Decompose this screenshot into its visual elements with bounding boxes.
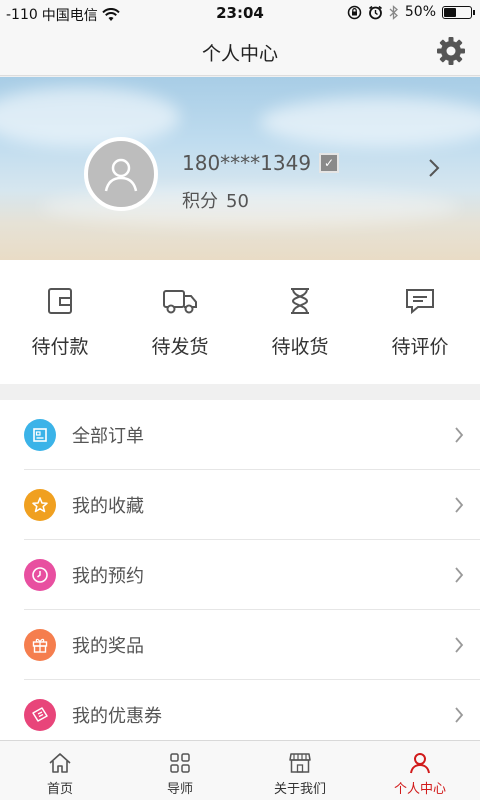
user-icon [410, 753, 430, 774]
avatar[interactable] [84, 137, 158, 211]
battery-fill [444, 7, 456, 17]
grid-icon [170, 753, 190, 773]
tab-profile[interactable]: 个人中心 [360, 741, 480, 800]
bluetooth-icon [389, 4, 398, 20]
coupon-icon [24, 699, 56, 731]
rotation-lock-icon [347, 5, 362, 19]
menu-item-label: 我的预约 [72, 566, 144, 587]
alarm-icon [368, 5, 382, 19]
chevron-right-icon[interactable] [428, 158, 440, 178]
hourglass-icon [291, 288, 309, 314]
order-status-label: 待评价 [391, 336, 449, 358]
battery-percent: 50% [404, 4, 436, 20]
store-icon [289, 753, 311, 773]
points-label: 积分 [182, 191, 218, 212]
gear-icon[interactable] [436, 36, 466, 66]
page-title: 个人中心 [201, 43, 278, 65]
menu-list: 全部订单 我的收藏 我的预约 我的奖品 我的优惠券 [0, 400, 480, 750]
battery-icon [442, 5, 475, 19]
page: -110 中国电信 23:04 50% 个人中心 180****1349 ✓ 积… [0, 0, 480, 800]
profile-banner[interactable]: 180****1349 ✓ 积分 50 [0, 77, 480, 260]
tab-label: 导师 [166, 782, 193, 797]
chevron-right-icon [455, 567, 464, 583]
menu-item-appointments[interactable]: 我的预约 [0, 540, 480, 610]
order-status-label: 待收货 [271, 336, 329, 358]
user-points: 积分 50 [182, 187, 249, 213]
order-status-pending-receipt[interactable]: 待收货 [240, 260, 360, 384]
user-placeholder-icon [104, 158, 138, 192]
menu-item-label: 我的奖品 [72, 636, 144, 657]
tab-label: 个人中心 [393, 782, 446, 797]
order-status-pending-payment[interactable]: 待付款 [0, 260, 120, 384]
tab-mentors[interactable]: 导师 [120, 741, 240, 800]
banner-cloud [260, 97, 480, 147]
wallet-icon [48, 288, 72, 314]
menu-item-favorites[interactable]: 我的收藏 [0, 470, 480, 540]
gift-icon [24, 629, 56, 661]
order-status-label: 待付款 [31, 336, 89, 358]
menu-item-label: 我的收藏 [72, 496, 144, 517]
tab-home[interactable]: 首页 [0, 741, 120, 800]
star-icon [24, 489, 56, 521]
order-status-label: 待发货 [151, 336, 209, 358]
comment-icon [406, 289, 434, 315]
tab-about-us[interactable]: 关于我们 [240, 741, 360, 800]
menu-item-prizes[interactable]: 我的奖品 [0, 610, 480, 680]
chevron-right-icon [455, 427, 464, 443]
banner-cloud [0, 87, 180, 147]
chevron-right-icon [455, 497, 464, 513]
points-value: 50 [226, 191, 249, 212]
order-status-pending-review[interactable]: 待评价 [360, 260, 480, 384]
clock-icon [24, 559, 56, 591]
status-right: 50% [347, 4, 475, 20]
home-icon [49, 753, 71, 773]
phone-number: 180****1349 [182, 151, 312, 175]
chevron-right-icon [455, 637, 464, 653]
menu-item-label: 我的优惠券 [72, 706, 162, 727]
tab-label: 关于我们 [273, 782, 326, 797]
menu-item-all-orders[interactable]: 全部订单 [0, 400, 480, 470]
order-list-icon [24, 419, 56, 451]
tab-label: 首页 [46, 782, 73, 797]
order-status-pending-shipment[interactable]: 待发货 [120, 260, 240, 384]
chevron-right-icon [455, 707, 464, 723]
verified-icon: ✓ [319, 153, 340, 173]
order-status-row: 待付款 待发货 待收货 待评价 [0, 260, 480, 384]
user-phone: 180****1349 ✓ [182, 151, 340, 175]
tab-bar: 首页 导师 关于我们 个人中心 [0, 740, 480, 800]
truck-icon [163, 290, 197, 314]
menu-item-label: 全部订单 [72, 426, 144, 447]
nav-bar: 个人中心 [0, 26, 480, 76]
status-bar: -110 中国电信 23:04 50% [0, 0, 480, 26]
